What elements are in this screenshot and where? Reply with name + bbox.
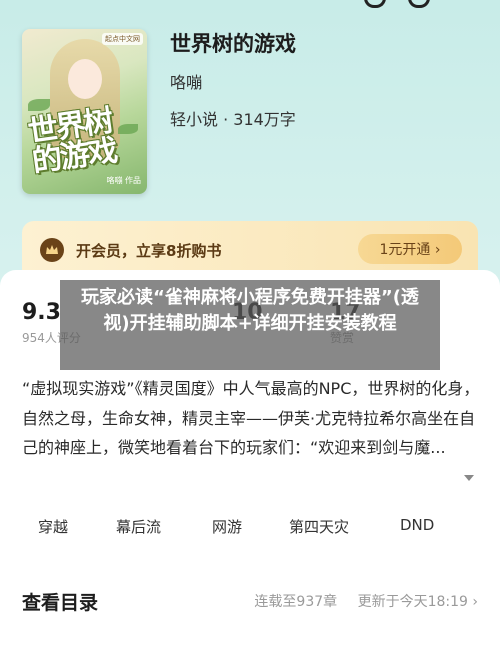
tag-item[interactable]: 第四天灾: [289, 516, 349, 537]
tag-item[interactable]: 穿越: [38, 516, 68, 537]
cover-leaf: [28, 99, 50, 111]
status-bar-icons: [364, 0, 430, 8]
book-meta: 轻小说 · 314万字: [170, 110, 296, 129]
catalog-info[interactable]: 连载至937章 更新于今天18:19 ›: [238, 591, 478, 611]
cover-title: 世界树 的游戏: [26, 103, 119, 180]
book-author[interactable]: 咯嘣: [170, 69, 202, 93]
book-synopsis[interactable]: “虚拟现实游戏”《精灵国度》中人气最高的NPC，世界树的化身，自然之母，生命女神…: [22, 374, 480, 463]
tag-item[interactable]: DND: [400, 516, 434, 534]
vip-promo-bar[interactable]: 开会员，立享8折购书 1元开通 ›: [22, 221, 478, 277]
catalog-updated: 更新于今天18:19 ›: [357, 594, 478, 610]
status-icon: [408, 0, 430, 8]
expand-icon[interactable]: [464, 475, 474, 481]
cover-title-line: 的游戏: [29, 133, 119, 180]
cover-author: 咯嘣 作品: [106, 176, 141, 185]
tag-item[interactable]: 网游: [212, 516, 242, 537]
tag-item[interactable]: 幕后流: [116, 516, 161, 537]
catalog-title[interactable]: 查看目录: [22, 588, 98, 615]
book-cover[interactable]: 起点中文网 世界树 的游戏 咯嘣 作品: [22, 29, 147, 194]
cover-leaf: [118, 124, 138, 134]
catalog-status: 连载至937章: [254, 594, 338, 610]
cover-art-face: [68, 59, 102, 99]
overlay-banner: 玩家必读“雀神麻将小程序免费开挂器”(透视)开挂辅助脚本+详细开挂安装教程: [60, 280, 440, 370]
vip-promo-text: 开会员，立享8折购书: [76, 242, 222, 260]
vip-open-button[interactable]: 1元开通 ›: [358, 234, 462, 264]
crown-icon: [40, 238, 64, 262]
status-icon: [364, 0, 386, 8]
cover-badge: 起点中文网: [102, 33, 143, 45]
book-title: 世界树的游戏: [170, 32, 296, 56]
